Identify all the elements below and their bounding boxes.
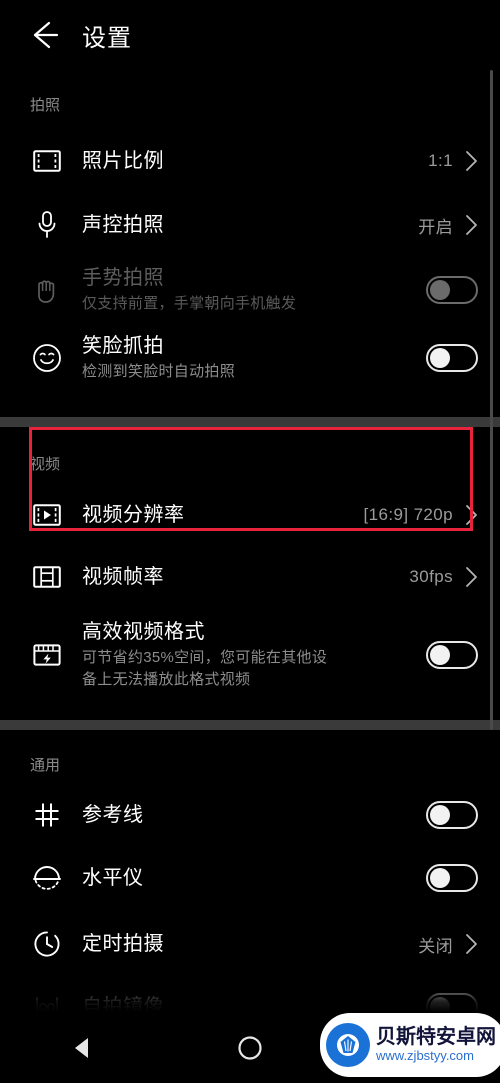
row-title: 照片比例 (82, 150, 164, 172)
row-title: 参考线 (82, 804, 144, 826)
grid-lines-icon (30, 798, 64, 832)
row-subtitle: 可节省约35%空间，您可能在其他设 (82, 649, 328, 666)
row-efficient-video-format[interactable]: 高效视频格式 可节省约35%空间，您可能在其他设 备上无法播放此格式视频 (0, 610, 500, 700)
row-photo-ratio[interactable]: 照片比例 1:1 (0, 129, 500, 193)
row-subtitle: 仅支持前置，手掌朝向手机触发 (82, 295, 297, 312)
settings-list[interactable]: 拍照 照片比例 1:1 声控拍照 开启 手势拍照 仅支持前置，手掌朝向手机触发 … (0, 70, 500, 1021)
row-title: 手势拍照 (82, 267, 164, 289)
chevron-right-icon (465, 214, 478, 236)
toggle-gesture-capture[interactable] (426, 276, 478, 304)
nav-home-button[interactable] (167, 1012, 334, 1083)
toggle-level[interactable] (426, 864, 478, 892)
chevron-right-icon (465, 150, 478, 172)
row-title: 视频帧率 (82, 566, 164, 588)
section-header-photo: 拍照 (30, 97, 61, 114)
nav-back-button[interactable] (0, 1012, 167, 1083)
photo-ratio-icon (30, 144, 64, 178)
chevron-right-icon (465, 504, 478, 526)
toggle-knob (430, 280, 450, 300)
watermark-text: 贝斯特安卓网 www.zjbstyy.com (376, 1026, 496, 1064)
site-watermark: 贝斯特安卓网 www.zjbstyy.com (320, 1013, 500, 1077)
row-subtitle: 检测到笑脸时自动拍照 (82, 363, 236, 380)
row-title: 定时拍摄 (82, 933, 164, 955)
row-value: 开启 (418, 217, 453, 237)
hand-icon (30, 273, 64, 307)
row-title: 笑脸抓拍 (82, 335, 164, 357)
toggle-grid-lines[interactable] (426, 801, 478, 829)
row-voice-capture[interactable]: 声控拍照 开启 (0, 193, 500, 257)
app-header: 设置 (0, 0, 500, 70)
row-level[interactable]: 水平仪 (0, 845, 500, 911)
video-bolt-icon (30, 638, 64, 672)
film-strip-icon (30, 560, 64, 594)
row-timer-capture[interactable]: 定时拍摄 关闭 (0, 911, 500, 977)
arrow-left-icon (27, 18, 61, 52)
toggle-knob (430, 348, 450, 368)
back-triangle-icon (68, 1033, 98, 1063)
row-title: 声控拍照 (82, 214, 164, 236)
toggle-smile-capture[interactable] (426, 344, 478, 372)
row-smile-capture[interactable]: 笑脸抓拍 检测到笑脸时自动拍照 (0, 323, 500, 393)
group-divider (0, 417, 500, 427)
row-value: 30fps (409, 567, 453, 586)
watermark-title: 贝斯特安卓网 (376, 1026, 496, 1048)
vertical-scrollbar[interactable] (490, 70, 493, 730)
row-title: 水平仪 (82, 867, 144, 889)
timer-icon (30, 927, 64, 961)
toggle-efficient-video-format[interactable] (426, 641, 478, 669)
row-subtitle-line2: 备上无法播放此格式视频 (82, 671, 251, 688)
toggle-knob (430, 868, 450, 888)
microphone-icon (30, 208, 64, 242)
toggle-knob (430, 805, 450, 825)
row-video-framerate[interactable]: 视频帧率 30fps (0, 544, 500, 610)
level-icon (30, 861, 64, 895)
group-divider (0, 720, 500, 730)
row-title: 视频分辨率 (82, 504, 185, 526)
page-title: 设置 (82, 24, 132, 52)
watermark-logo-icon (326, 1023, 370, 1067)
row-grid-lines[interactable]: 参考线 (0, 785, 500, 845)
row-value: 1:1 (428, 151, 453, 170)
video-resolution-icon (30, 498, 64, 532)
chevron-right-icon (465, 566, 478, 588)
row-gesture-capture: 手势拍照 仅支持前置，手掌朝向手机触发 (0, 257, 500, 323)
home-circle-icon (235, 1033, 265, 1063)
watermark-url: www.zjbstyy.com (376, 1048, 474, 1063)
row-video-resolution[interactable]: 视频分辨率 [16:9] 720p (0, 486, 500, 544)
back-button[interactable] (18, 9, 70, 61)
section-header-general: 通用 (30, 757, 61, 774)
toggle-knob (430, 645, 450, 665)
row-value: 关闭 (418, 936, 453, 956)
row-value: [16:9] 720p (363, 505, 453, 524)
chevron-right-icon (465, 933, 478, 955)
smiley-icon (30, 341, 64, 375)
camera-settings-screen: 设置 拍照 照片比例 1:1 声控拍照 开启 手势拍照 仅支持前置，手掌朝向手机… (0, 0, 500, 1083)
section-header-video: 视频 (30, 456, 61, 473)
row-title: 高效视频格式 (82, 621, 205, 643)
